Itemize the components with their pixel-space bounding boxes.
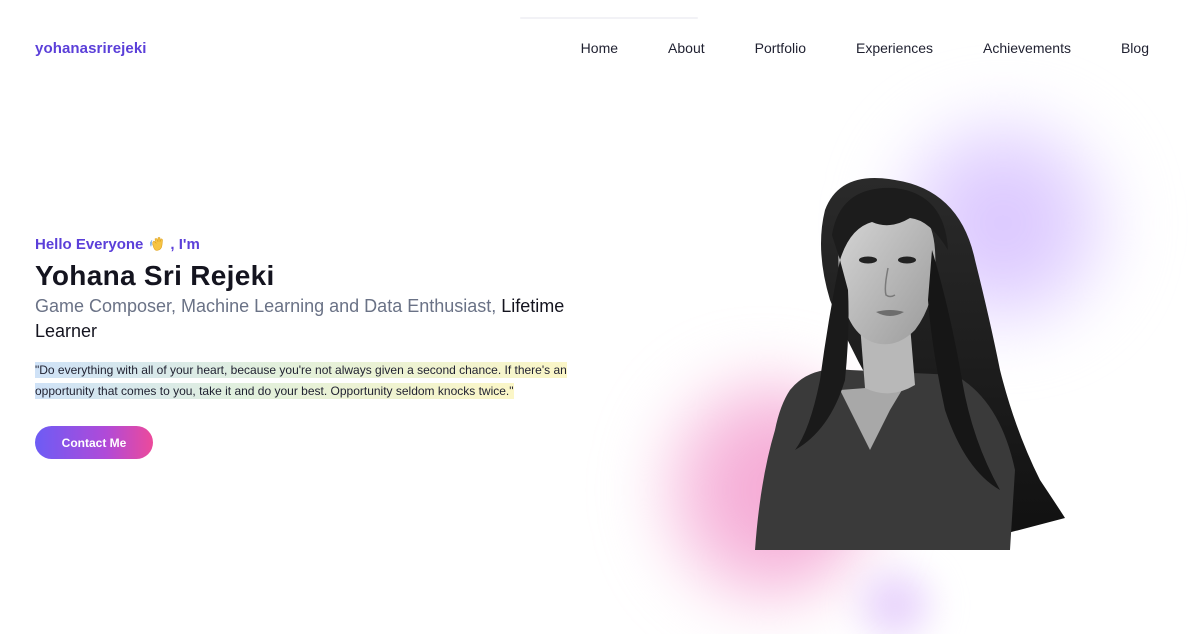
navbar: yohanasrirejeki Home About Portfolio Exp…	[0, 0, 1200, 96]
nav-item: About	[643, 40, 730, 56]
nav-item: Portfolio	[730, 40, 831, 56]
nav-link-about[interactable]: About	[643, 40, 730, 56]
page: yohanasrirejeki Home About Portfolio Exp…	[0, 0, 1200, 634]
nav-link-home[interactable]: Home	[556, 40, 643, 56]
greeting-line: Hello Everyone , I'm	[35, 234, 615, 254]
nav-link-achievements[interactable]: Achievements	[958, 40, 1096, 56]
hero-name: Yohana Sri Rejeki	[35, 260, 275, 291]
nav-item: Home	[556, 40, 643, 56]
waving-hand-icon	[149, 235, 167, 253]
quote-highlight: "Do everything with all of your heart, b…	[35, 362, 567, 399]
nav-item: Achievements	[958, 40, 1096, 56]
nav-item: Blog	[1096, 40, 1149, 56]
profile-portrait	[700, 150, 1100, 550]
nav-link-blog[interactable]: Blog	[1096, 40, 1149, 56]
site-logo-link[interactable]: yohanasrirejeki	[35, 40, 147, 57]
nav-item: Experiences	[831, 40, 958, 56]
hero-quote: "Do everything with all of your heart, b…	[35, 360, 595, 402]
contact-me-button[interactable]: Contact Me	[35, 426, 153, 459]
nav-link-experiences[interactable]: Experiences	[831, 40, 958, 56]
greeting-text: Hello Everyone	[35, 235, 144, 253]
hero-roles: Game Composer, Machine Learning and Data…	[35, 294, 605, 344]
nav-links: Home About Portfolio Experiences Achieve…	[556, 40, 1165, 56]
lilac-glow-blob	[840, 560, 950, 634]
roles-muted-text: Game Composer, Machine Learning and Data…	[35, 296, 502, 316]
greeting-suffix: , I'm	[170, 235, 200, 253]
hero-intro: Hello Everyone , I'm Yohana Sri Rejeki G…	[35, 234, 615, 459]
nav-link-portfolio[interactable]: Portfolio	[730, 40, 831, 56]
